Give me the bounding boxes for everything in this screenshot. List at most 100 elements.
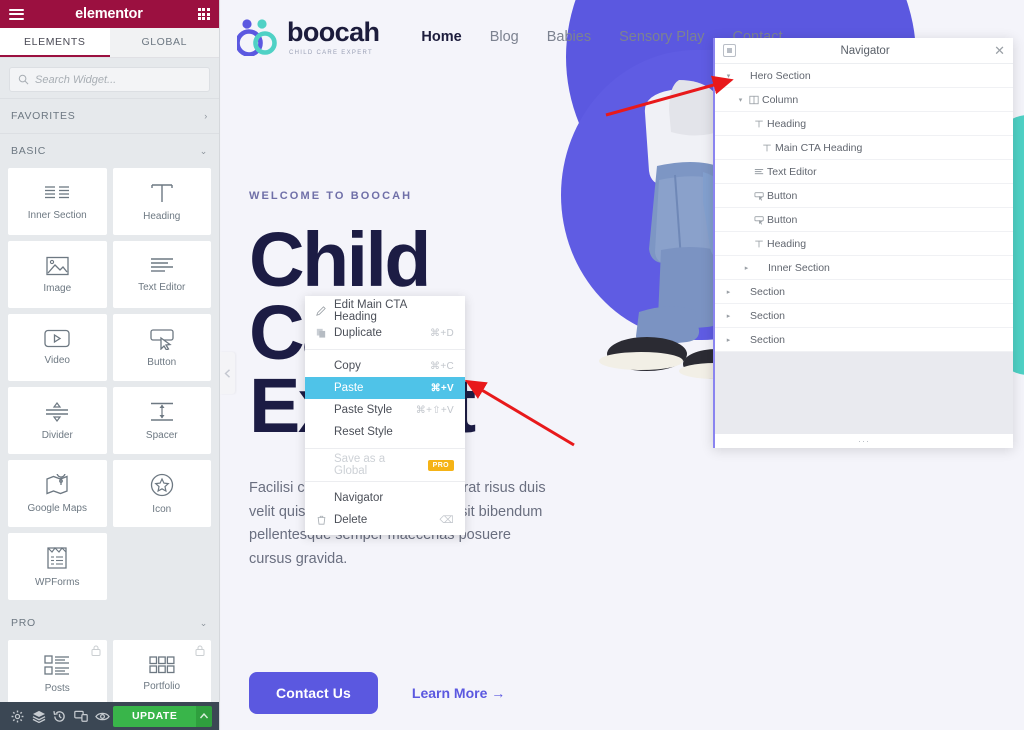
- elementor-panel: elementor ELEMENTS GLOBAL FAV: [0, 0, 220, 730]
- widget-wpforms[interactable]: WPForms: [8, 533, 107, 600]
- contact-us-button[interactable]: Contact Us: [249, 672, 378, 714]
- context-menu-item-delete[interactable]: Delete ⌫: [305, 509, 465, 531]
- category-favorites[interactable]: FAVORITES ›: [0, 99, 219, 133]
- widget-label: Divider: [41, 429, 73, 441]
- panel-body: FAVORITES › BASIC ⌄: [0, 58, 219, 702]
- chevron-down-icon[interactable]: ▾: [735, 96, 746, 104]
- context-menu-separator: [305, 481, 465, 482]
- chevron-right-icon[interactable]: ▸: [723, 312, 734, 320]
- navigator-item-label: Button: [767, 213, 798, 226]
- hamburger-icon[interactable]: [9, 8, 24, 20]
- nav-item-home[interactable]: Home: [421, 29, 461, 45]
- context-menu-shortcut: ⌘+D: [430, 327, 454, 339]
- panel-collapse-handle[interactable]: [220, 352, 235, 394]
- widget-icon[interactable]: Icon: [112, 460, 211, 527]
- dock-icon[interactable]: [723, 44, 736, 57]
- navigator-item-inner-section[interactable]: ▸ Inner Section: [715, 256, 1013, 280]
- widget-text-editor[interactable]: Text Editor: [112, 241, 211, 308]
- navigator-empty-area: [715, 352, 1013, 434]
- context-menu-shortcut: ⌘+V: [430, 382, 454, 394]
- context-menu-label: Duplicate: [334, 327, 382, 339]
- widget-posts[interactable]: Posts: [8, 640, 107, 702]
- learn-more-link[interactable]: Learn More →: [412, 685, 505, 701]
- context-menu-item-paste[interactable]: Paste ⌘+V: [305, 377, 465, 399]
- chevron-right-icon[interactable]: ▸: [723, 336, 734, 344]
- widget-heading[interactable]: Heading: [112, 168, 211, 235]
- column-icon: [746, 95, 762, 105]
- widget-divider[interactable]: Divider: [8, 387, 107, 454]
- video-icon: [44, 329, 70, 348]
- widget-google-maps[interactable]: Google Maps: [8, 460, 107, 527]
- navigator-item-section-2[interactable]: ▸ Section: [715, 304, 1013, 328]
- nav-item-babies[interactable]: Babies: [547, 29, 591, 45]
- widget-inner-section[interactable]: Inner Section: [8, 168, 107, 235]
- navigator-item-heading-1[interactable]: Heading: [715, 112, 1013, 136]
- context-menu-item-duplicate[interactable]: Duplicate ⌘+D: [305, 322, 465, 344]
- context-menu-item-copy[interactable]: Copy ⌘+C: [305, 355, 465, 377]
- grid-icon[interactable]: [197, 7, 210, 21]
- navigator-item-button-2[interactable]: Button: [715, 208, 1013, 232]
- navigator-item-heading-2[interactable]: Heading: [715, 232, 1013, 256]
- navigator-item-button-1[interactable]: Button: [715, 184, 1013, 208]
- search-input[interactable]: [35, 73, 201, 86]
- tab-global[interactable]: GLOBAL: [109, 28, 219, 57]
- layers-icon[interactable]: [28, 702, 49, 730]
- category-label: FAVORITES: [11, 110, 76, 122]
- navigator-header: Navigator ✕: [715, 38, 1013, 64]
- star-icon: [150, 473, 173, 496]
- widget-label: WPForms: [35, 576, 80, 588]
- category-basic[interactable]: BASIC ⌄: [0, 134, 219, 168]
- update-options-caret[interactable]: [196, 705, 213, 727]
- context-menu-separator: [305, 448, 465, 449]
- gear-icon[interactable]: [7, 702, 28, 730]
- responsive-icon[interactable]: [71, 702, 92, 730]
- widget-image[interactable]: Image: [8, 241, 107, 308]
- chevron-right-icon[interactable]: ▸: [741, 264, 752, 272]
- context-menu-label: Edit Main CTA Heading: [334, 299, 407, 323]
- context-menu-item-reset-style[interactable]: Reset Style: [305, 421, 465, 443]
- navigator-item-section-1[interactable]: ▸ Section: [715, 280, 1013, 304]
- category-pro[interactable]: PRO ⌄: [0, 606, 219, 640]
- basic-widget-grid: Inner Section Heading Image Text Editor …: [0, 168, 219, 606]
- navigator-panel[interactable]: Navigator ✕ ▾ Hero Section ▾ Column Head…: [713, 38, 1013, 448]
- update-button[interactable]: UPDATE: [112, 705, 197, 727]
- hero-cta-group: Contact Us Learn More →: [249, 672, 505, 714]
- heading-icon: [151, 183, 173, 202]
- context-menu-label: Reset Style: [334, 426, 393, 438]
- chevron-up-icon: [200, 713, 209, 719]
- context-menu-separator: [305, 349, 465, 350]
- navigator-item-label: Heading: [767, 237, 807, 250]
- widget-button[interactable]: Button: [112, 314, 211, 381]
- nav-item-blog[interactable]: Blog: [490, 29, 519, 45]
- site-logo[interactable]: boocah CHILD CARE EXPERT: [237, 18, 380, 56]
- navigator-resize-handle[interactable]: ···: [715, 434, 1013, 448]
- pro-widget-grid: Posts Portfolio: [0, 640, 219, 702]
- context-menu-item-paste-style[interactable]: Paste Style ⌘+⇧+V: [305, 399, 465, 421]
- search-box[interactable]: [9, 67, 210, 92]
- navigator-item-label: Column: [762, 93, 799, 106]
- context-menu-item-navigator[interactable]: Navigator: [305, 487, 465, 509]
- nav-item-sensory-play[interactable]: Sensory Play: [619, 29, 704, 45]
- navigator-item-hero-section[interactable]: ▾ Hero Section: [715, 64, 1013, 88]
- eye-icon[interactable]: [92, 702, 113, 730]
- context-menu-label: Save as a Global: [334, 453, 386, 477]
- context-menu-item-edit[interactable]: Edit Main CTA Heading: [305, 299, 465, 323]
- navigator-item-main-cta-heading[interactable]: Main CTA Heading: [715, 136, 1013, 160]
- close-icon[interactable]: ✕: [994, 44, 1005, 57]
- navigator-item-column[interactable]: ▾ Column: [715, 88, 1013, 112]
- widget-video[interactable]: Video: [8, 314, 107, 381]
- inner-section-icon: [45, 185, 70, 198]
- history-icon[interactable]: [49, 702, 70, 730]
- search-icon: [18, 74, 29, 85]
- element-context-menu[interactable]: Edit Main CTA Heading Duplicate ⌘+D Copy…: [305, 296, 465, 535]
- widget-spacer[interactable]: Spacer: [112, 387, 211, 454]
- chevron-right-icon[interactable]: ▸: [723, 288, 734, 296]
- tab-elements[interactable]: ELEMENTS: [0, 28, 110, 57]
- logo-tagline: CHILD CARE EXPERT: [289, 50, 374, 56]
- category-label: BASIC: [11, 145, 47, 157]
- navigator-item-text-editor[interactable]: Text Editor: [715, 160, 1013, 184]
- widget-label: Button: [147, 356, 177, 368]
- widget-portfolio[interactable]: Portfolio: [112, 640, 211, 702]
- chevron-down-icon[interactable]: ▾: [723, 72, 734, 80]
- navigator-item-section-3[interactable]: ▸ Section: [715, 328, 1013, 352]
